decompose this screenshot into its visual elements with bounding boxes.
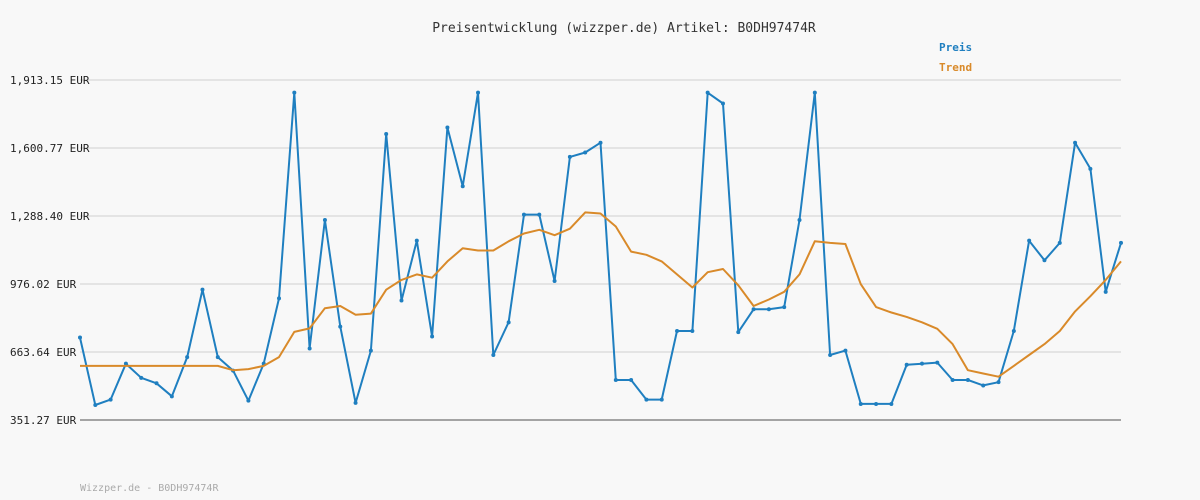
- data-point: [185, 355, 190, 360]
- data-point: [889, 401, 894, 406]
- price-chart: Preisentwicklung (wizzper.de) Artikel: B…: [0, 0, 1200, 500]
- data-point: [613, 378, 618, 383]
- data-point: [78, 335, 82, 340]
- data-point: [506, 320, 511, 325]
- y-tick-label: 976.02 EUR: [10, 278, 77, 291]
- legend: Preis Trend: [939, 41, 972, 74]
- data-point: [322, 218, 327, 223]
- y-tick-label: 1,913.15 EUR: [10, 74, 90, 87]
- data-point: [1073, 140, 1078, 145]
- data-point: [659, 397, 664, 402]
- data-point: [1088, 166, 1093, 171]
- data-point: [154, 381, 159, 386]
- data-point: [1057, 240, 1062, 245]
- data-point: [874, 401, 879, 406]
- data-point: [598, 140, 603, 145]
- data-point: [338, 324, 343, 329]
- chart-title: Preisentwicklung (wizzper.de) Artikel: B…: [432, 21, 816, 36]
- data-point: [828, 352, 833, 357]
- y-axis-ticks: 351.27 EUR 663.64 EUR 976.02 EUR 1,288.40 E…: [10, 74, 90, 427]
- data-point: [384, 132, 389, 137]
- y-tick-label: 1,600.77 EUR: [10, 142, 90, 155]
- data-point: [583, 150, 588, 155]
- data-point: [812, 90, 817, 95]
- data-point: [1011, 329, 1016, 334]
- data-point: [629, 378, 634, 383]
- data-point: [307, 346, 312, 351]
- data-point: [751, 307, 756, 312]
- data-point: [858, 401, 863, 406]
- data-point: [1042, 258, 1047, 263]
- data-point: [1103, 289, 1108, 294]
- data-point: [904, 362, 909, 367]
- data-point: [93, 403, 98, 408]
- data-point: [996, 380, 1001, 385]
- data-point: [292, 90, 297, 95]
- data-point: [414, 238, 419, 243]
- data-point: [521, 212, 526, 217]
- data-point: [246, 398, 251, 403]
- y-tick-label: 1,288.40 EUR: [10, 210, 90, 223]
- data-point: [353, 400, 358, 405]
- data-point: [552, 278, 557, 283]
- data-point: [965, 378, 970, 383]
- data-point: [537, 212, 542, 217]
- data-point: [935, 360, 940, 365]
- y-tick-label: 663.64 EUR: [10, 346, 77, 359]
- data-point: [567, 154, 572, 159]
- data-point: [139, 375, 144, 380]
- data-point: [430, 334, 435, 339]
- data-point: [277, 296, 282, 301]
- data-point: [782, 305, 787, 310]
- data-point: [644, 397, 649, 402]
- data-point: [950, 378, 955, 383]
- data-point: [919, 361, 924, 366]
- data-point: [843, 348, 848, 353]
- legend-trend: Trend: [939, 61, 972, 74]
- data-point: [1027, 238, 1032, 243]
- data-point: [200, 287, 205, 292]
- data-point: [720, 101, 725, 106]
- data-point: [476, 90, 481, 95]
- data-point: [690, 329, 695, 334]
- data-point: [399, 298, 404, 303]
- price-chart-svg: Preisentwicklung (wizzper.de) Artikel: B…: [10, 21, 1123, 494]
- series-lines: [78, 90, 1123, 408]
- data-point: [705, 90, 710, 95]
- data-point: [445, 125, 450, 130]
- legend-preis: Preis: [939, 41, 972, 54]
- data-point: [766, 307, 771, 312]
- data-point: [675, 329, 680, 334]
- data-point: [1119, 240, 1123, 245]
- data-point: [108, 397, 113, 402]
- series-line-preis: [79, 91, 1122, 406]
- data-point: [797, 218, 802, 223]
- chart-footer: Wizzper.de - B0DH97474R: [80, 483, 219, 494]
- y-tick-label: 351.27 EUR: [10, 414, 77, 427]
- data-point: [215, 355, 220, 360]
- data-point: [460, 184, 465, 189]
- data-point: [981, 383, 986, 388]
- data-point: [169, 394, 174, 399]
- data-point: [368, 348, 373, 353]
- data-point: [736, 330, 741, 335]
- data-point: [491, 352, 496, 357]
